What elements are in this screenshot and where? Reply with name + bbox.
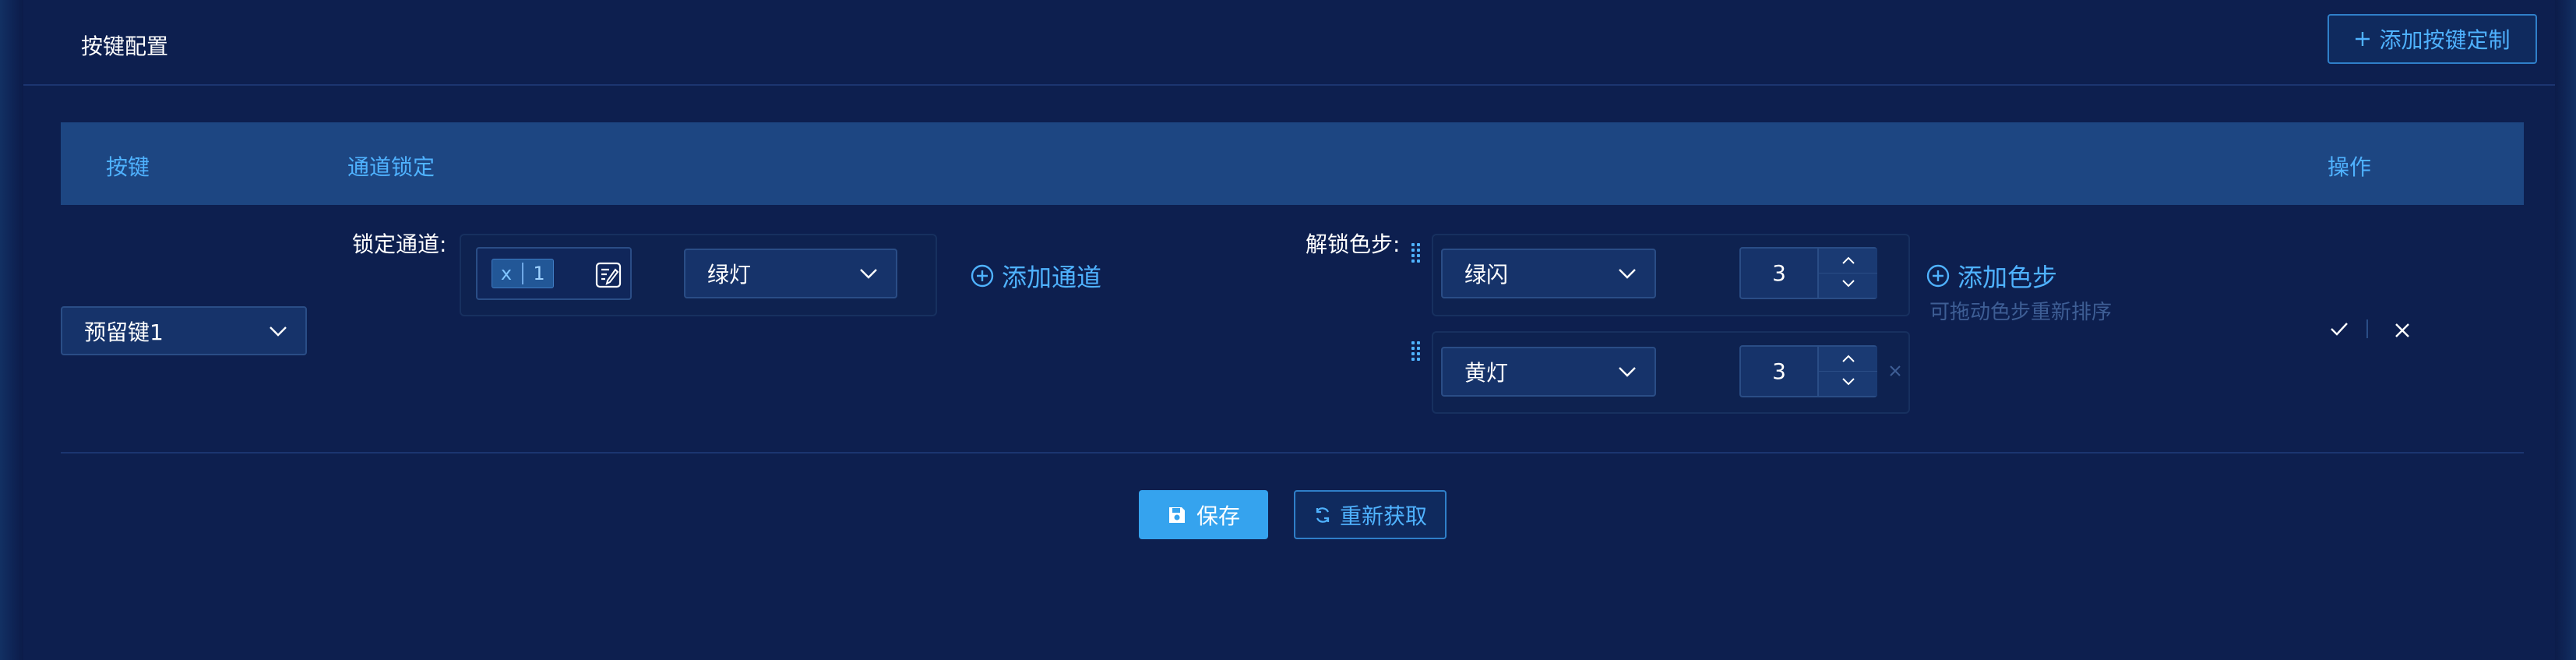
chevron-down-icon — [270, 326, 287, 337]
color-step-select[interactable]: 绿闪 — [1441, 249, 1656, 298]
key-select-value: 预留键1 — [84, 319, 164, 345]
row-divider — [61, 452, 2524, 454]
color-step-select[interactable]: 黄灯 — [1441, 347, 1656, 397]
add-key-custom-label: 添加按键定制 — [2379, 27, 2511, 53]
plus-circle-icon — [1926, 264, 1950, 288]
cancel-close-icon[interactable] — [2394, 322, 2411, 339]
chevron-down-icon — [1619, 367, 1636, 377]
table-header: 按键 通道锁定 操作 — [61, 122, 2524, 205]
channel-tag: x 1 — [492, 259, 554, 288]
actions-divider — [2366, 319, 2368, 338]
refetch-button[interactable]: 重新获取 — [1294, 490, 1447, 539]
chevron-down-icon — [860, 269, 877, 279]
stepper-divider — [1819, 273, 1877, 274]
save-button[interactable]: 保存 — [1139, 490, 1268, 539]
column-header-key: 按键 — [106, 154, 150, 180]
refetch-label: 重新获取 — [1339, 503, 1427, 529]
right-edge-decoration — [2555, 0, 2576, 660]
key-select[interactable]: 预留键1 — [61, 306, 307, 355]
save-icon — [1168, 506, 1185, 523]
save-label: 保存 — [1196, 503, 1240, 529]
add-color-step-label: 添加色步 — [1958, 263, 2058, 292]
stepper-divider — [1819, 371, 1877, 372]
tag-value: 1 — [533, 263, 545, 284]
step-duration-value: 3 — [1772, 358, 1786, 384]
add-channel-label: 添加通道 — [1002, 263, 1102, 292]
chevron-up-icon[interactable] — [1841, 256, 1856, 265]
header-divider — [23, 84, 2555, 86]
chevron-up-icon[interactable] — [1841, 354, 1856, 363]
tag-remove-button[interactable]: x — [492, 259, 520, 288]
drag-handle-icon[interactable] — [1411, 341, 1422, 361]
tag-separator — [522, 263, 523, 284]
step-duration-stepper[interactable]: 3 — [1739, 345, 1877, 397]
add-color-step-button[interactable]: 添加色步 — [1926, 258, 2057, 294]
lock-channel-label: 锁定通道: — [352, 231, 447, 257]
confirm-check-icon[interactable] — [2329, 321, 2349, 337]
drag-reorder-hint: 可拖动色步重新排序 — [1929, 301, 2113, 324]
remove-step-icon[interactable] — [1888, 364, 1902, 378]
add-channel-button[interactable]: 添加通道 — [971, 258, 1101, 294]
config-panel — [23, 0, 2555, 660]
step-duration-stepper[interactable]: 3 — [1739, 247, 1877, 299]
chevron-down-icon — [1619, 269, 1636, 279]
light-select-value: 绿灯 — [707, 262, 752, 288]
channel-tag-input[interactable]: x 1 — [476, 247, 632, 300]
column-header-channel-lock: 通道锁定 — [347, 154, 435, 180]
stepper-controls — [1817, 347, 1877, 396]
page-title: 按键配置 — [81, 34, 169, 59]
chevron-down-icon[interactable] — [1841, 279, 1856, 288]
refresh-icon — [1316, 506, 1330, 523]
stepper-controls — [1817, 249, 1877, 298]
chevron-down-icon[interactable] — [1841, 377, 1856, 386]
plus-circle-icon — [971, 264, 994, 288]
plus-icon — [2356, 32, 2370, 46]
edit-icon[interactable] — [595, 262, 622, 288]
step-duration-value: 3 — [1772, 260, 1786, 286]
color-step-value: 黄灯 — [1464, 360, 1509, 386]
column-header-actions: 操作 — [2328, 154, 2372, 180]
drag-handle-icon[interactable] — [1411, 243, 1422, 263]
color-step-value: 绿闪 — [1464, 262, 1509, 288]
left-edge-decoration — [0, 0, 23, 660]
add-key-custom-button[interactable]: 添加按键定制 — [2328, 14, 2537, 64]
light-select[interactable]: 绿灯 — [684, 249, 897, 298]
unlock-steps-label: 解锁色步: — [1306, 231, 1401, 257]
